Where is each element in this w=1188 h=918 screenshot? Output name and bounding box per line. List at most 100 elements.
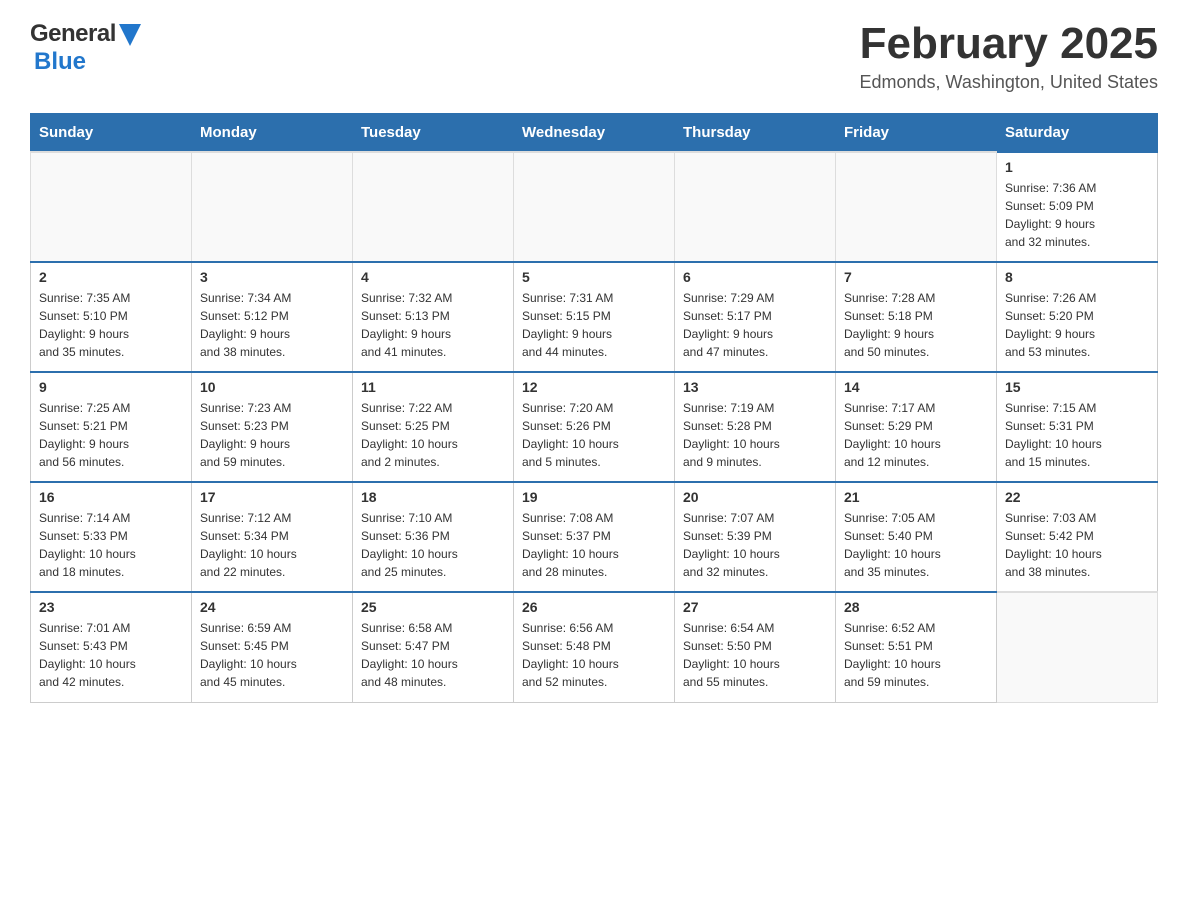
calendar-cell: [514, 152, 675, 262]
calendar-cell: 15 Sunrise: 7:15 AM Sunset: 5:31 PM Dayli…: [997, 372, 1158, 482]
day-info: Sunrise: 7:36 AM Sunset: 5:09 PM Dayligh…: [1005, 179, 1149, 251]
calendar-cell: 27 Sunrise: 6:54 AM Sunset: 5:50 PM Dayli…: [675, 592, 836, 702]
day-info: Sunrise: 7:22 AM Sunset: 5:25 PM Dayligh…: [361, 399, 505, 471]
day-number: 6: [683, 269, 827, 285]
day-info: Sunrise: 7:20 AM Sunset: 5:26 PM Dayligh…: [522, 399, 666, 471]
day-info: Sunrise: 7:32 AM Sunset: 5:13 PM Dayligh…: [361, 289, 505, 361]
day-info: Sunrise: 7:15 AM Sunset: 5:31 PM Dayligh…: [1005, 399, 1149, 471]
day-info: Sunrise: 7:34 AM Sunset: 5:12 PM Dayligh…: [200, 289, 344, 361]
day-number: 9: [39, 379, 183, 395]
location-subtitle: Edmonds, Washington, United States: [860, 72, 1159, 93]
calendar-cell: 6 Sunrise: 7:29 AM Sunset: 5:17 PM Daylig…: [675, 262, 836, 372]
weekday-header-thursday: Thursday: [675, 114, 836, 153]
calendar-cell: 11 Sunrise: 7:22 AM Sunset: 5:25 PM Dayli…: [353, 372, 514, 482]
day-number: 12: [522, 379, 666, 395]
calendar-cell: 2 Sunrise: 7:35 AM Sunset: 5:10 PM Daylig…: [31, 262, 192, 372]
day-info: Sunrise: 7:28 AM Sunset: 5:18 PM Dayligh…: [844, 289, 988, 361]
calendar-cell: 20 Sunrise: 7:07 AM Sunset: 5:39 PM Dayli…: [675, 482, 836, 592]
day-number: 28: [844, 599, 988, 615]
day-number: 16: [39, 489, 183, 505]
calendar-cell: [192, 152, 353, 262]
calendar-header-row: SundayMondayTuesdayWednesdayThursdayFrid…: [31, 114, 1158, 153]
calendar-cell: 21 Sunrise: 7:05 AM Sunset: 5:40 PM Dayli…: [836, 482, 997, 592]
weekday-header-sunday: Sunday: [31, 114, 192, 153]
calendar-cell: 10Sunrise: 7:23 AM Sunset: 5:23 PM Dayli…: [192, 372, 353, 482]
day-info: Sunrise: 7:26 AM Sunset: 5:20 PM Dayligh…: [1005, 289, 1149, 361]
calendar-week-5: 23 Sunrise: 7:01 AM Sunset: 5:43 PM Dayli…: [31, 592, 1158, 702]
calendar-week-2: 2 Sunrise: 7:35 AM Sunset: 5:10 PM Daylig…: [31, 262, 1158, 372]
day-info: Sunrise: 6:56 AM Sunset: 5:48 PM Dayligh…: [522, 619, 666, 691]
calendar-cell: 26 Sunrise: 6:56 AM Sunset: 5:48 PM Dayli…: [514, 592, 675, 702]
weekday-header-saturday: Saturday: [997, 114, 1158, 153]
day-number: 26: [522, 599, 666, 615]
day-info: Sunrise: 7:14 AM Sunset: 5:33 PM Dayligh…: [39, 509, 183, 581]
day-number: 23: [39, 599, 183, 615]
day-number: 22: [1005, 489, 1149, 505]
calendar-cell: 4 Sunrise: 7:32 AM Sunset: 5:13 PM Daylig…: [353, 262, 514, 372]
calendar-cell: 19Sunrise: 7:08 AM Sunset: 5:37 PM Dayli…: [514, 482, 675, 592]
day-number: 3: [200, 269, 344, 285]
calendar-cell: 24Sunrise: 6:59 AM Sunset: 5:45 PM Dayli…: [192, 592, 353, 702]
calendar-week-1: 1 Sunrise: 7:36 AM Sunset: 5:09 PM Daylig…: [31, 152, 1158, 262]
calendar-cell: 23 Sunrise: 7:01 AM Sunset: 5:43 PM Dayli…: [31, 592, 192, 702]
calendar-cell: 13 Sunrise: 7:19 AM Sunset: 5:28 PM Dayli…: [675, 372, 836, 482]
day-info: Sunrise: 7:19 AM Sunset: 5:28 PM Dayligh…: [683, 399, 827, 471]
weekday-header-tuesday: Tuesday: [353, 114, 514, 153]
day-number: 24: [200, 599, 344, 615]
logo-triangle-icon: [119, 24, 141, 46]
day-number: 20: [683, 489, 827, 505]
day-number: 14: [844, 379, 988, 395]
day-info: Sunrise: 7:29 AM Sunset: 5:17 PM Dayligh…: [683, 289, 827, 361]
day-info: Sunrise: 6:58 AM Sunset: 5:47 PM Dayligh…: [361, 619, 505, 691]
day-info: Sunrise: 7:10 AM Sunset: 5:36 PM Dayligh…: [361, 509, 505, 581]
day-number: 2: [39, 269, 183, 285]
logo-blue-text: Blue: [34, 48, 86, 76]
calendar-cell: 18 Sunrise: 7:10 AM Sunset: 5:36 PM Dayli…: [353, 482, 514, 592]
day-number: 5: [522, 269, 666, 285]
day-info: Sunrise: 7:01 AM Sunset: 5:43 PM Dayligh…: [39, 619, 183, 691]
day-number: 15: [1005, 379, 1149, 395]
day-info: Sunrise: 7:03 AM Sunset: 5:42 PM Dayligh…: [1005, 509, 1149, 581]
calendar-cell: [836, 152, 997, 262]
day-info: Sunrise: 7:05 AM Sunset: 5:40 PM Dayligh…: [844, 509, 988, 581]
month-title: February 2025: [860, 20, 1159, 68]
day-number: 18: [361, 489, 505, 505]
calendar-cell: 1 Sunrise: 7:36 AM Sunset: 5:09 PM Daylig…: [997, 152, 1158, 262]
day-number: 17: [200, 489, 344, 505]
day-number: 19: [522, 489, 666, 505]
calendar-cell: 9 Sunrise: 7:25 AM Sunset: 5:21 PM Daylig…: [31, 372, 192, 482]
day-number: 13: [683, 379, 827, 395]
day-number: 4: [361, 269, 505, 285]
calendar-cell: 22 Sunrise: 7:03 AM Sunset: 5:42 PM Dayli…: [997, 482, 1158, 592]
calendar-cell: 5Sunrise: 7:31 AM Sunset: 5:15 PM Daylig…: [514, 262, 675, 372]
logo: General Blue: [30, 20, 141, 76]
day-number: 25: [361, 599, 505, 615]
weekday-header-monday: Monday: [192, 114, 353, 153]
calendar-cell: [353, 152, 514, 262]
calendar-cell: [675, 152, 836, 262]
weekday-header-friday: Friday: [836, 114, 997, 153]
page-header: General Blue February 2025 Edmonds, Wash…: [30, 20, 1158, 93]
weekday-header-wednesday: Wednesday: [514, 114, 675, 153]
calendar-cell: 7 Sunrise: 7:28 AM Sunset: 5:18 PM Daylig…: [836, 262, 997, 372]
day-number: 7: [844, 269, 988, 285]
calendar-week-4: 16 Sunrise: 7:14 AM Sunset: 5:33 PM Dayli…: [31, 482, 1158, 592]
calendar-cell: [31, 152, 192, 262]
day-number: 1: [1005, 159, 1149, 175]
day-info: Sunrise: 7:07 AM Sunset: 5:39 PM Dayligh…: [683, 509, 827, 581]
day-number: 8: [1005, 269, 1149, 285]
day-number: 27: [683, 599, 827, 615]
day-number: 10: [200, 379, 344, 395]
logo-general-text: General: [30, 20, 116, 48]
title-block: February 2025 Edmonds, Washington, Unite…: [860, 20, 1159, 93]
calendar-cell: 12 Sunrise: 7:20 AM Sunset: 5:26 PM Dayli…: [514, 372, 675, 482]
day-info: Sunrise: 6:52 AM Sunset: 5:51 PM Dayligh…: [844, 619, 988, 691]
day-info: Sunrise: 7:35 AM Sunset: 5:10 PM Dayligh…: [39, 289, 183, 361]
day-info: Sunrise: 7:25 AM Sunset: 5:21 PM Dayligh…: [39, 399, 183, 471]
calendar-cell: 14Sunrise: 7:17 AM Sunset: 5:29 PM Dayli…: [836, 372, 997, 482]
day-info: Sunrise: 6:54 AM Sunset: 5:50 PM Dayligh…: [683, 619, 827, 691]
calendar-week-3: 9 Sunrise: 7:25 AM Sunset: 5:21 PM Daylig…: [31, 372, 1158, 482]
day-number: 21: [844, 489, 988, 505]
calendar-cell: 3 Sunrise: 7:34 AM Sunset: 5:12 PM Daylig…: [192, 262, 353, 372]
day-number: 11: [361, 379, 505, 395]
